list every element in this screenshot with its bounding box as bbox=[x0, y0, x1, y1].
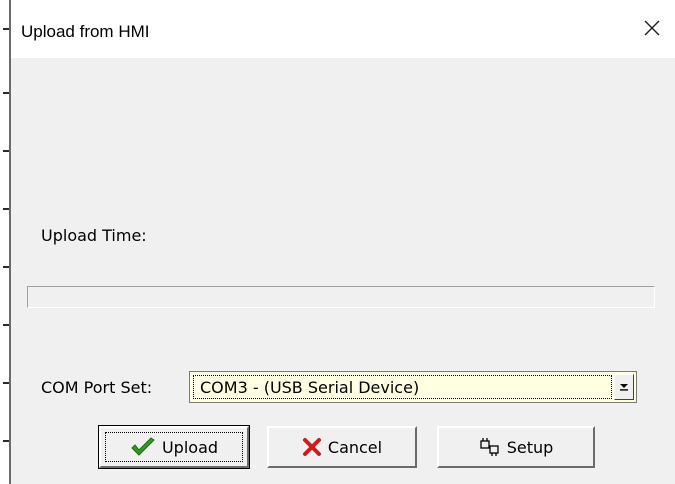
cancel-button[interactable]: Cancel bbox=[267, 426, 417, 468]
connector-icon bbox=[479, 437, 501, 457]
setup-button-label: Setup bbox=[506, 437, 554, 457]
com-port-select[interactable]: COM3 - (USB Serial Device) bbox=[189, 371, 637, 403]
red-x-icon bbox=[302, 437, 322, 457]
cancel-button-label: Cancel bbox=[327, 437, 383, 457]
upload-progress-bar bbox=[27, 286, 655, 308]
title-bar[interactable]: Upload from HMI bbox=[11, 0, 675, 58]
com-port-label: COM Port Set: bbox=[41, 378, 153, 397]
upload-dialog: Upload from HMI Upload Time: COM Port Se… bbox=[0, 0, 675, 484]
close-icon bbox=[644, 20, 660, 36]
checkmark-icon bbox=[130, 437, 156, 457]
setup-button[interactable]: Setup bbox=[437, 426, 595, 468]
dropdown-button[interactable] bbox=[614, 374, 634, 400]
close-button[interactable] bbox=[629, 8, 675, 48]
upload-time-label: Upload Time: bbox=[41, 226, 147, 245]
dialog-body: Upload Time: COM Port Set: COM3 - (USB S… bbox=[11, 58, 675, 484]
window-title: Upload from HMI bbox=[21, 22, 150, 41]
upload-button-label: Upload bbox=[161, 437, 219, 457]
upload-button[interactable]: Upload bbox=[98, 425, 250, 469]
com-port-value: COM3 - (USB Serial Device) bbox=[200, 378, 420, 397]
chevron-down-icon bbox=[620, 384, 628, 391]
